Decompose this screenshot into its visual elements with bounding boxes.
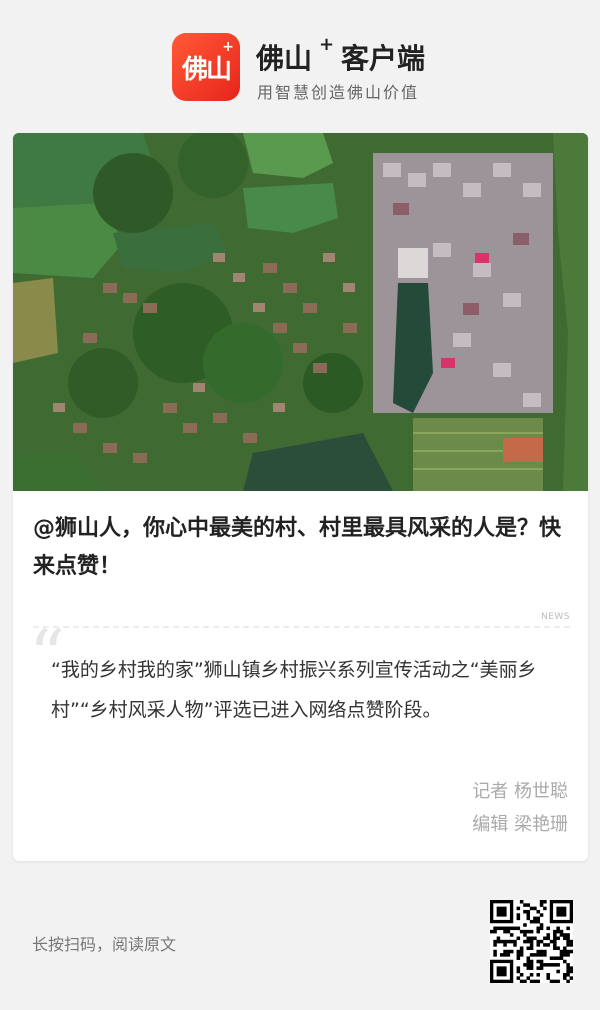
news-tag: NEWS: [540, 612, 570, 622]
brand-plus: +: [319, 34, 335, 55]
app-logo-icon: 佛山 +: [172, 33, 240, 101]
reporter-credit: 记者 杨世聪: [472, 781, 568, 802]
divider: [33, 626, 570, 628]
article-headline[interactable]: @狮山人，你心中最美的村、村里最具风采的人是？快来点赞！: [33, 510, 573, 586]
qr-code-icon[interactable]: [490, 900, 574, 984]
logo-plus: +: [222, 39, 234, 55]
app-header: 佛山 + 佛山 + 客户端 用智慧创造佛山价值: [0, 0, 600, 125]
scan-hint: 长按扫码，阅读原文: [32, 935, 177, 954]
brand-slogan: 用智慧创造佛山价值: [257, 83, 420, 102]
aerial-village-photo: [13, 133, 588, 491]
brand-suffix: 客户端: [341, 42, 426, 75]
byline: 记者 杨世聪 编辑 梁艳珊: [472, 775, 568, 841]
editor-credit: 编辑 梁艳珊: [472, 814, 568, 835]
article-summary: “我的乡村我的家”狮山镇乡村振兴系列宣传活动之“美丽乡村”“乡村风采人物”评选已…: [51, 659, 537, 721]
article-card[interactable]: @狮山人，你心中最美的村、村里最具风采的人是？快来点赞！ NEWS “ “我的乡…: [13, 133, 588, 861]
brand-name: 佛山: [256, 42, 313, 75]
